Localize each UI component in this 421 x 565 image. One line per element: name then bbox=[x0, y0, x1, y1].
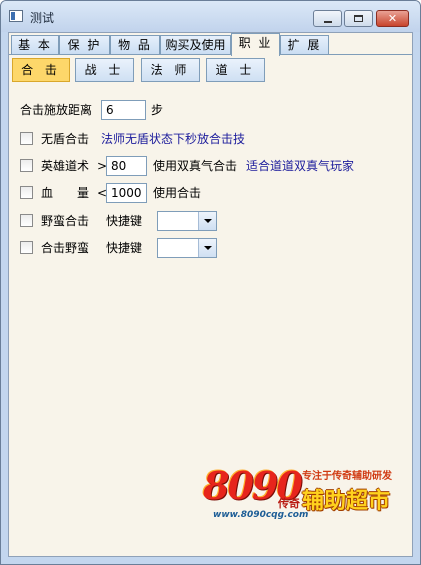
no-shield-label: 无盾合击 bbox=[41, 132, 90, 146]
app-window: 测试 ✕ 基 本 保 护 物 品 购买及使用 职 业 扩 展 合 击 战 士 法… bbox=[0, 0, 421, 565]
maximize-button[interactable] bbox=[344, 10, 373, 27]
hp-label: 血 bbox=[41, 186, 54, 200]
combo-wild-hotkey-select[interactable] bbox=[157, 238, 217, 258]
combo-wild-checkbox[interactable] bbox=[20, 241, 33, 254]
hero-dao-label: 英雄道术 bbox=[41, 159, 90, 173]
logo-main-text: 辅助超市 bbox=[302, 489, 391, 514]
chevron-down-icon[interactable] bbox=[198, 212, 216, 230]
no-shield-row: 无盾合击 法师无盾状态下秒放合击技 bbox=[20, 129, 400, 149]
tab-divider bbox=[9, 54, 412, 55]
combo-wild-row: 合击野蛮 快捷键 bbox=[20, 238, 400, 258]
hp-label-2: 量 bbox=[77, 186, 90, 200]
logo-chuanqi: 传奇 bbox=[278, 497, 300, 510]
watermark-logo: 8090 传奇 专注于传奇辅助研发 辅助超市 www.8090cqg.com bbox=[203, 461, 413, 525]
hp-checkbox[interactable] bbox=[20, 186, 33, 199]
subtab-combo[interactable]: 合 击 bbox=[12, 58, 70, 82]
hero-dao-note: 适合道道双真气玩家 bbox=[246, 159, 355, 173]
tab-extend[interactable]: 扩 展 bbox=[280, 35, 329, 55]
close-button[interactable]: ✕ bbox=[376, 10, 409, 27]
distance-label: 合击施放距离 bbox=[20, 103, 93, 117]
no-shield-note: 法师无盾状态下秒放合击技 bbox=[101, 132, 246, 146]
tab-items[interactable]: 物 品 bbox=[110, 35, 160, 55]
tab-protect[interactable]: 保 护 bbox=[59, 35, 110, 55]
tab-buy-use[interactable]: 购买及使用 bbox=[160, 35, 231, 55]
wild-combo-hotkey-label: 快捷键 bbox=[106, 214, 143, 228]
hp-action: 使用合击 bbox=[153, 186, 202, 200]
combo-wild-hotkey-label: 快捷键 bbox=[106, 241, 143, 255]
wild-combo-hotkey-select[interactable] bbox=[157, 211, 217, 231]
distance-input[interactable]: 6 bbox=[101, 100, 146, 120]
window-title: 测试 bbox=[30, 11, 55, 25]
chevron-down-icon[interactable] bbox=[198, 239, 216, 257]
distance-row: 合击施放距离 6 步 bbox=[20, 100, 400, 120]
logo-site: www.8090cqg.com bbox=[213, 510, 309, 520]
minimize-button[interactable] bbox=[313, 10, 342, 27]
wild-combo-checkbox[interactable] bbox=[20, 214, 33, 227]
hp-input[interactable]: 1000 bbox=[106, 183, 147, 203]
subtab-taoist[interactable]: 道 士 bbox=[206, 58, 265, 82]
subtab-warrior[interactable]: 战 士 bbox=[75, 58, 134, 82]
combo-wild-label: 合击野蛮 bbox=[41, 241, 90, 255]
hero-dao-row: 英雄道术 > 80 使用双真气合击 适合道道双真气玩家 bbox=[20, 156, 405, 176]
tab-basic[interactable]: 基 本 bbox=[11, 35, 59, 55]
wild-combo-row: 野蛮合击 快捷键 bbox=[20, 211, 400, 231]
subtab-mage[interactable]: 法 师 bbox=[141, 58, 200, 82]
logo-tagline: 专注于传奇辅助研发 bbox=[302, 471, 392, 482]
hero-dao-action: 使用双真气合击 bbox=[153, 159, 238, 173]
no-shield-checkbox[interactable] bbox=[20, 132, 33, 145]
distance-unit: 步 bbox=[151, 103, 164, 117]
hero-dao-checkbox[interactable] bbox=[20, 159, 33, 172]
main-tabs: 基 本 保 护 物 品 购买及使用 职 业 扩 展 bbox=[9, 33, 412, 56]
hero-dao-input[interactable]: 80 bbox=[106, 156, 147, 176]
wild-combo-label: 野蛮合击 bbox=[41, 214, 90, 228]
hp-row: 血 量 < 1000 使用合击 bbox=[20, 183, 400, 203]
title-bar[interactable]: 测试 ✕ bbox=[1, 1, 420, 32]
app-icon bbox=[9, 10, 23, 22]
tab-profession[interactable]: 职 业 bbox=[231, 33, 280, 56]
